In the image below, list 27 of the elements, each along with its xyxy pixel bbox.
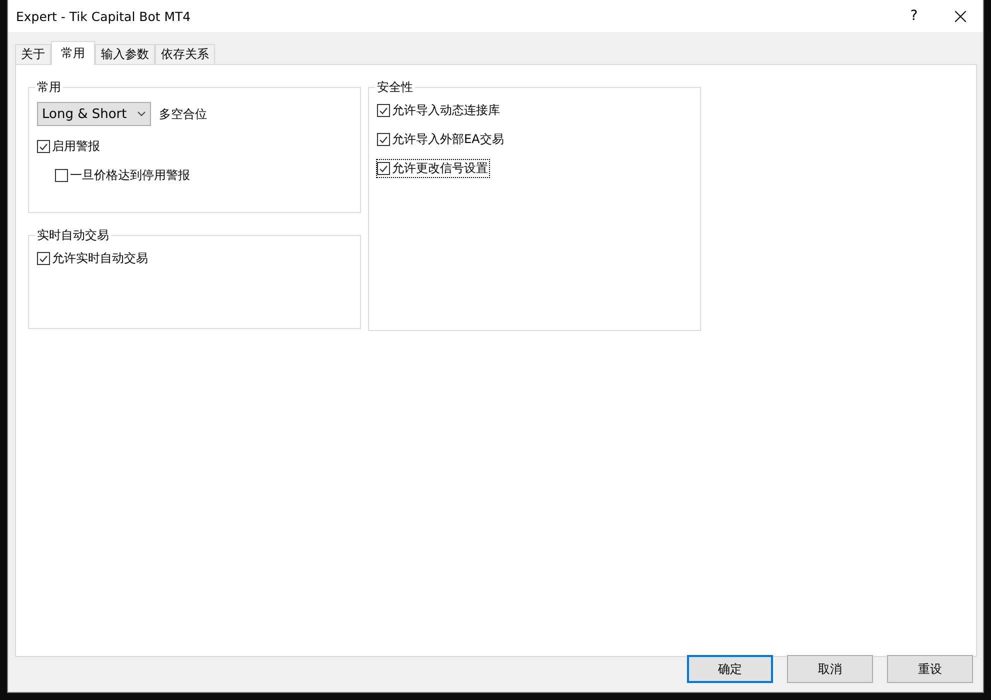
dropdown[interactable]: Long & Short <box>37 102 151 126</box>
group-title: 常用 <box>36 79 62 96</box>
checkbox-box[interactable] <box>37 252 50 265</box>
checkbox[interactable]: 启用警报 <box>37 138 101 155</box>
dialog-button[interactable]: 取消 <box>787 655 873 683</box>
close-icon <box>954 10 966 22</box>
window-title: Expert - Tik Capital Bot MT4 <box>16 8 192 24</box>
dialog-button[interactable]: 重设 <box>887 655 973 683</box>
checkbox-box[interactable] <box>377 104 390 117</box>
checkbox-box[interactable] <box>377 162 390 175</box>
group-title: 实时自动交易 <box>36 227 110 244</box>
checkbox-box[interactable] <box>37 140 50 153</box>
tab[interactable]: 关于 <box>15 44 51 64</box>
checkbox-box[interactable] <box>55 169 68 182</box>
checkbox[interactable]: 一旦价格达到停用警报 <box>55 167 191 184</box>
checkbox[interactable]: 允许更改信号设置 <box>377 160 489 177</box>
tab[interactable]: 依存关系 <box>155 44 215 64</box>
tab[interactable]: 输入参数 <box>95 44 155 64</box>
group-title: 安全性 <box>376 79 414 96</box>
dropdown-label: 多空合位 <box>159 106 207 122</box>
dialog-button[interactable]: 确定 <box>687 655 773 683</box>
chevron-down-icon <box>137 111 146 117</box>
checkbox[interactable]: 允许导入外部EA交易 <box>377 131 505 148</box>
checkbox[interactable]: 允许导入动态连接库 <box>377 102 501 119</box>
tab[interactable]: 常用 <box>51 41 95 65</box>
checkbox-box[interactable] <box>377 133 390 146</box>
checkbox[interactable]: 允许实时自动交易 <box>37 250 149 267</box>
